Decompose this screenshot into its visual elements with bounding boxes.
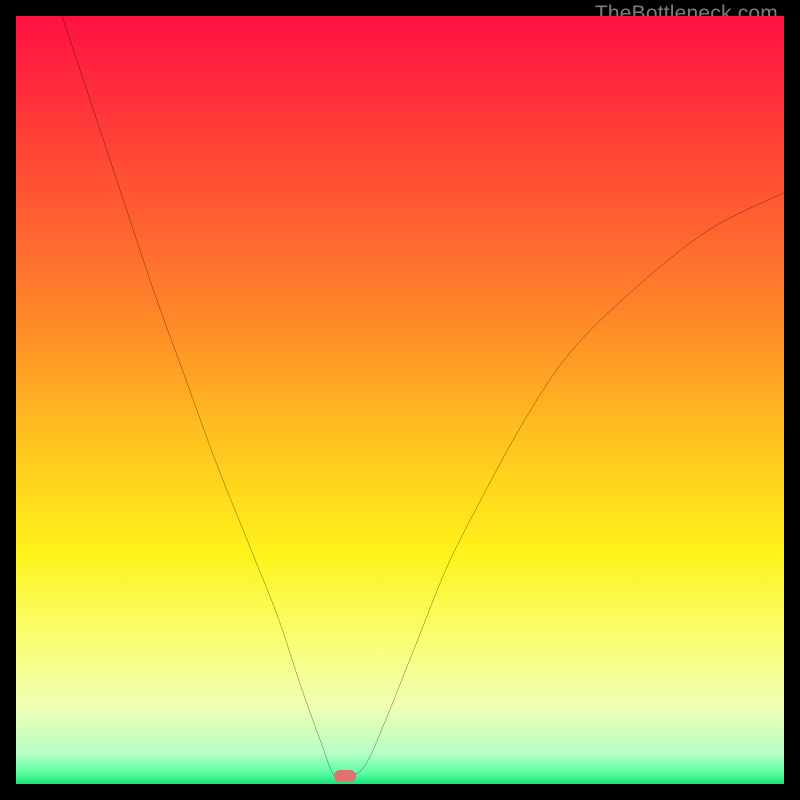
chart-frame (16, 16, 784, 784)
bottleneck-curve (16, 16, 784, 784)
chart-plot-area (16, 16, 784, 784)
optimal-point-marker (334, 770, 356, 782)
